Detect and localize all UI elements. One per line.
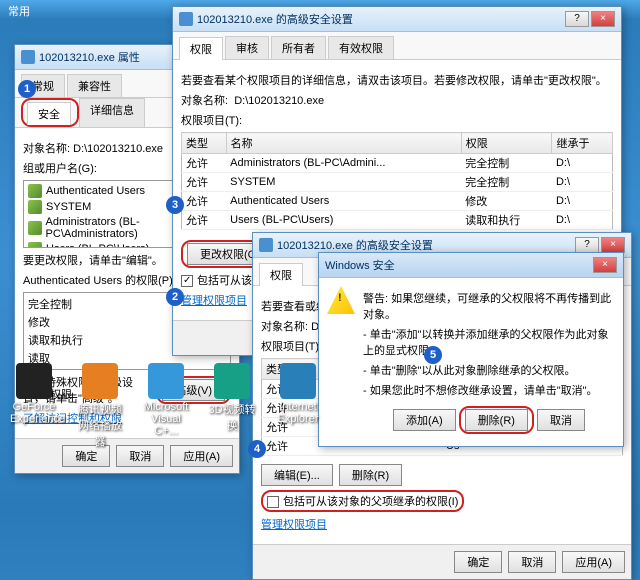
items-label: 权限项目(T): — [181, 112, 613, 128]
close-button[interactable]: × — [591, 11, 615, 27]
warning-icon — [327, 286, 355, 314]
security-dialog: Windows 安全 × 警告: 如果您继续，可继承的父权限将不再传播到此对象。… — [318, 252, 624, 447]
inherit-label: 包括可从该对象的父项继承的权限(I) — [283, 496, 458, 508]
desktop-icon[interactable]: Internet Explorer — [274, 363, 322, 449]
line1: - 单击"添加"以转换并添加继承的父权限作为此对象上的显式权限。 — [363, 326, 615, 358]
user-icon — [28, 184, 42, 198]
help-button[interactable]: ? — [565, 11, 589, 27]
desktop-icon[interactable]: Microsoft Visual C+... — [142, 363, 190, 449]
manage-link[interactable]: 管理权限项目 — [181, 295, 247, 307]
obj-path: D:\102013210.exe — [234, 95, 324, 107]
obj-path: D:\102013210.exe — [73, 143, 163, 155]
obj-label: 对象名称: — [23, 143, 70, 155]
tab-owner[interactable]: 所有者 — [271, 36, 326, 59]
marker-2: 2 — [166, 288, 184, 306]
perm-table[interactable]: 类型名称权限继承于 允许Administrators (BL-PC\Admini… — [181, 132, 613, 230]
cancel-button[interactable]: 取消 — [537, 409, 585, 431]
line3: - 如果您此时不想修改继承设置，请单击"取消"。 — [363, 382, 615, 398]
tab-audit[interactable]: 审核 — [225, 36, 269, 59]
cancel-button[interactable]: 取消 — [508, 551, 556, 573]
desktop-icon[interactable]: 腾讯视频 网络播放器 — [76, 363, 124, 449]
warn-text: 警告: 如果您继续，可继承的父权限将不再传播到此对象。 — [363, 290, 615, 322]
button-row: 确定 取消 应用(A) — [253, 544, 631, 579]
shield-icon — [259, 238, 273, 252]
marker-1: 1 — [18, 80, 36, 98]
marker-3: 3 — [166, 196, 184, 214]
user-icon — [28, 221, 42, 235]
add-button[interactable]: 添加(A) — [393, 409, 456, 431]
tabs: 权限 审核 所有者 有效权限 — [173, 32, 621, 60]
tab-details[interactable]: 详细信息 — [79, 98, 145, 127]
tab-compat[interactable]: 兼容性 — [67, 74, 122, 97]
window-title: 102013210.exe 的高级安全设置 — [197, 11, 561, 27]
user-icon — [28, 242, 42, 248]
marker-4: 4 — [248, 440, 266, 458]
close-button[interactable]: × — [593, 257, 617, 273]
edit-button[interactable]: 编辑(E)... — [261, 464, 333, 486]
table-row[interactable]: 允许SYSTEM完全控制D:\ — [182, 173, 613, 192]
desktop-icon[interactable]: 3D视频转换 — [208, 363, 256, 449]
tab-effective[interactable]: 有效权限 — [328, 36, 394, 59]
content: 警告: 如果您继续，可继承的父权限将不再传播到此对象。 - 单击"添加"以转换并… — [319, 278, 623, 446]
line2: - 单击"删除"以从此对象删除继承的父权限。 — [363, 362, 615, 378]
table-row[interactable]: 允许Authenticated Users修改D:\ — [182, 192, 613, 211]
titlebar[interactable]: Windows 安全 × — [319, 253, 623, 278]
marker-5: 5 — [424, 346, 442, 364]
table-row[interactable]: 允许Users (BL-PC\Users)读取和执行D:\ — [182, 211, 613, 230]
desktop-icons: GeForce Experience 腾讯视频 网络播放器 Microsoft … — [10, 363, 322, 449]
table-row[interactable]: 允许Administrators (BL-PC\Admini...完全控制D:\ — [182, 154, 613, 173]
ok-button[interactable]: 确定 — [454, 551, 502, 573]
remove-button[interactable]: 删除(R) — [465, 409, 528, 431]
help-button[interactable]: ? — [575, 237, 599, 253]
window-title: 102013210.exe 的高级安全设置 — [277, 237, 571, 253]
remove-button[interactable]: 删除(R) — [339, 464, 402, 486]
tab-perm[interactable]: 权限 — [259, 263, 303, 286]
desktop-icon[interactable]: GeForce Experience — [10, 363, 58, 449]
inherit-checkbox — [181, 275, 193, 287]
shield-icon — [179, 12, 193, 26]
close-button[interactable]: × — [601, 237, 625, 253]
obj-label: 对象名称: — [261, 321, 308, 333]
file-icon — [21, 50, 35, 64]
user-icon — [28, 200, 42, 214]
titlebar[interactable]: 102013210.exe 的高级安全设置 ? × — [173, 7, 621, 32]
hint: 若要查看某个权限项目的详细信息，请双击该项目。若要修改权限，请单击"更改权限"。 — [181, 72, 613, 88]
tab-perm[interactable]: 权限 — [179, 37, 223, 60]
inherit-checkbox[interactable] — [267, 496, 279, 508]
tab-security[interactable]: 安全 — [27, 102, 71, 125]
dialog-title: Windows 安全 — [325, 257, 589, 273]
apply-button[interactable]: 应用(A) — [562, 551, 625, 573]
manage-link[interactable]: 管理权限项目 — [261, 519, 327, 531]
obj-label: 对象名称: — [181, 95, 228, 107]
